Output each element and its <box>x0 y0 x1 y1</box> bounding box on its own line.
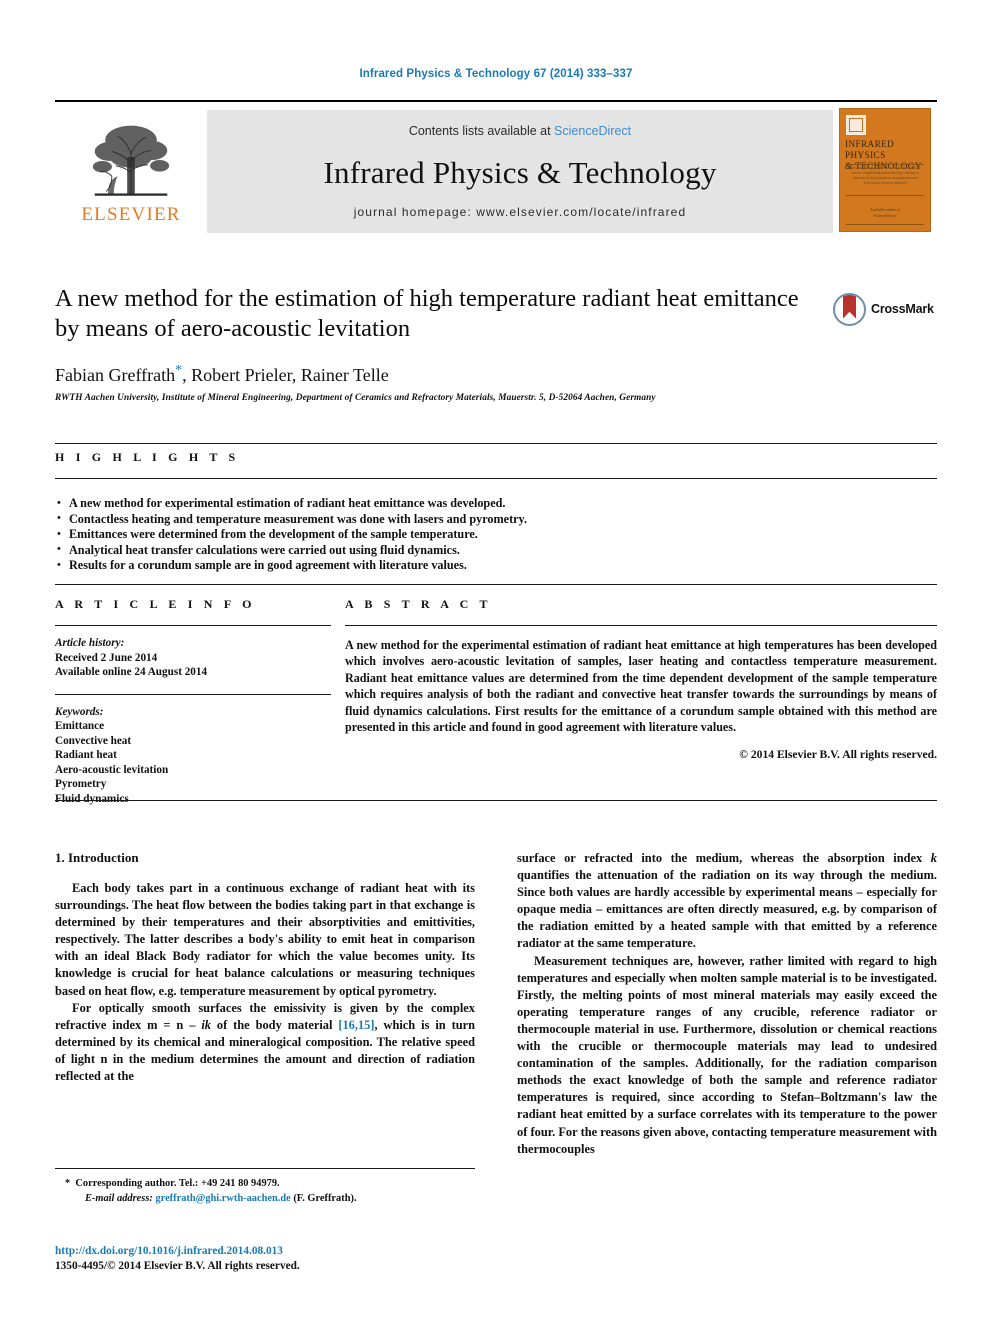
paragraph: Each body takes part in a continuous exc… <box>55 881 475 998</box>
paragraph: For optically smooth surfaces the emissi… <box>55 1000 475 1085</box>
list-item: Results for a corundum sample are in goo… <box>55 558 937 574</box>
article-history-heading: Article history: <box>55 637 125 649</box>
author-list: Fabian Greffrath*, Robert Prieler, Raine… <box>55 363 937 386</box>
elsevier-tree-icon <box>92 125 170 196</box>
paragraph-text: of the body material <box>210 1017 339 1032</box>
keyword-item: Aero-acoustic levitation <box>55 763 169 776</box>
author-primary: Fabian Greffrath <box>55 365 176 385</box>
email-suffix: (F. Greffrath). <box>290 1192 357 1204</box>
article-page: Infrared Physics & Technology 67 (2014) … <box>0 0 992 1323</box>
keyword-item: Fluid dynamics <box>55 792 129 805</box>
email-note: E-mail address: greffrath@ghi.rwth-aache… <box>55 1192 475 1207</box>
journal-cover-thumbnail: INFRARED PHYSICS & TECHNOLOGY An interna… <box>839 108 931 232</box>
abstract-label: A B S T R A C T <box>345 597 492 611</box>
keywords-divider <box>55 693 331 695</box>
contents-line: Contents lists available at ScienceDirec… <box>409 124 631 138</box>
page-footer: http://dx.doi.org/10.1016/j.infrared.201… <box>55 1244 515 1274</box>
cover-rule-top <box>846 164 924 165</box>
article-available-online: Available online 24 August 2014 <box>55 666 208 678</box>
keyword-item: Emittance <box>55 720 105 732</box>
rule-below-highlights <box>55 584 937 585</box>
journal-homepage-link[interactable]: journal homepage: www.elsevier.com/locat… <box>354 205 686 219</box>
keywords-group: Keywords: Emittance Convective heat Radi… <box>55 705 331 807</box>
sciencedirect-link[interactable]: ScienceDirect <box>554 124 631 138</box>
doi-link[interactable]: http://dx.doi.org/10.1016/j.infrared.201… <box>55 1244 515 1259</box>
abstract-section: A B S T R A C T A new method for the exp… <box>345 597 937 761</box>
symbol-k: k <box>930 851 937 865</box>
abstract-divider <box>345 625 937 626</box>
keyword-item: Pyrometry <box>55 778 107 790</box>
journal-banner: Contents lists available at ScienceDirec… <box>207 110 833 233</box>
list-item: A new method for experimental estimation… <box>55 496 937 512</box>
paragraph-text: quantifies the attenuation of the radiat… <box>517 868 937 951</box>
page-title: A new method for the estimation of high … <box>55 285 799 342</box>
footnote-text: Corresponding author. Tel.: +49 241 80 9… <box>75 1178 280 1189</box>
issn-copyright: 1350-4495/© 2014 Elsevier B.V. All right… <box>55 1260 300 1272</box>
highlights-divider <box>55 478 937 479</box>
footnote-marker: * <box>65 1178 76 1189</box>
article-info-divider <box>55 625 331 626</box>
affiliation: RWTH Aachen University, Institute of Min… <box>55 393 656 403</box>
list-item: Analytical heat transfer calculations we… <box>55 542 937 559</box>
keywords-heading: Keywords: <box>55 705 104 718</box>
journal-title: Infrared Physics & Technology <box>323 154 717 190</box>
column-right: surface or refracted into the medium, wh… <box>517 850 937 1158</box>
keyword-item: Radiant heat <box>55 749 117 761</box>
crossmark-icon <box>833 292 866 326</box>
crossmark-badge[interactable]: CrossMark <box>833 292 937 326</box>
column-left: 1. Introduction Each body takes part in … <box>55 850 475 1158</box>
rule-below-abstract <box>55 800 937 801</box>
cover-rule-bottom <box>846 224 924 225</box>
footnote-block: * Corresponding author. Tel.: +49 241 80… <box>55 1168 475 1206</box>
cover-rule-mid <box>846 195 924 196</box>
elsevier-wordmark: ELSEVIER <box>81 204 181 225</box>
cover-title-line1: INFRARED PHYSICS <box>845 139 895 160</box>
paragraph: Measurement techniques are, however, rat… <box>517 953 937 1156</box>
email-link[interactable]: greffrath@ghi.rwth-aachen.de <box>155 1193 290 1204</box>
list-item: Contactless heating and temperature meas… <box>55 511 937 528</box>
title-block: A new method for the estimation of high … <box>55 284 937 403</box>
cover-publisher-icon <box>846 115 866 135</box>
article-info-label: A R T I C L E I N F O <box>55 597 256 611</box>
article-history: Article history: Received 2 June 2014 Av… <box>55 636 331 680</box>
paragraph: surface or refracted into the medium, wh… <box>517 850 937 953</box>
keyword-item: Convective heat <box>55 734 132 747</box>
publisher-block: ELSEVIER <box>55 102 207 237</box>
journal-masthead: ELSEVIER Contents lists available at Sci… <box>55 100 937 237</box>
running-head: Infrared Physics & Technology 67 (2014) … <box>359 68 633 80</box>
rule-above-highlights <box>55 443 937 444</box>
journal-cover-block: INFRARED PHYSICS & TECHNOLOGY An interna… <box>833 102 937 237</box>
contents-prefix: Contents lists available at <box>408 123 555 138</box>
highlights-list: A new method for experimental estimation… <box>55 496 937 574</box>
body-columns: 1. Introduction Each body takes part in … <box>55 850 937 1158</box>
cover-footer: Available online at ScienceDirect <box>846 207 924 219</box>
corresponding-author-note: * Corresponding author. Tel.: +49 241 80… <box>55 1177 475 1192</box>
symbol-ik: ik <box>201 1017 211 1032</box>
email-label: E-mail address: <box>85 1192 153 1204</box>
abstract-text: A new method for the experimental estima… <box>345 638 937 735</box>
cover-subtitle: An international journal devoted to all … <box>849 166 921 185</box>
cover-footer-line2: ScienceDirect <box>873 213 897 218</box>
crossmark-label: CrossMark <box>871 302 934 316</box>
abstract-copyright: © 2014 Elsevier B.V. All rights reserved… <box>739 748 937 762</box>
citation-link[interactable]: [16,15] <box>338 1018 374 1032</box>
bookmark-ribbon-icon <box>843 294 856 319</box>
list-item: Emittances were determined from the deve… <box>55 527 937 543</box>
paragraph-text: surface or refracted into the medium, wh… <box>517 851 931 865</box>
highlights-label: H I G H L I G H T S <box>55 450 240 464</box>
author-rest: , Robert Prieler, Rainer Telle <box>182 365 389 385</box>
highlights-section: H I G H L I G H T S A new method for exp… <box>55 450 937 574</box>
article-info-section: A R T I C L E I N F O Article history: R… <box>55 597 331 806</box>
section-heading-introduction: 1. Introduction <box>55 850 139 865</box>
article-received: Received 2 June 2014 <box>55 651 158 664</box>
